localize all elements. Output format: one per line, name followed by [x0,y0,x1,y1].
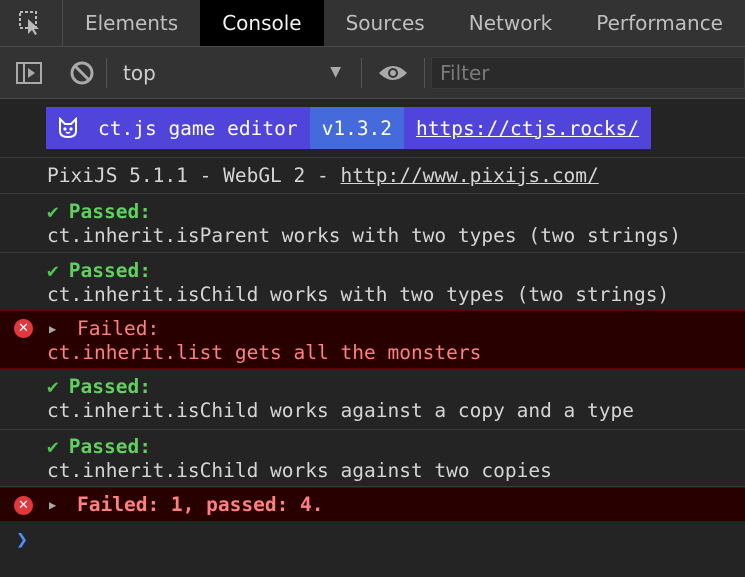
context-selector[interactable]: top ▼ [107,47,361,98]
log-row-passed: ✔ Passed: ct.inherit.isChild works agains… [0,430,745,487]
expand-arrow-icon[interactable]: ▶ [49,498,56,512]
console-output: ct.js game editor v1.3.2 https://ctjs.ro… [0,99,745,577]
log-message: ct.inherit.isChild works with two types … [47,283,670,306]
banner-app-name: ct.js game editor [90,107,310,149]
pixi-link[interactable]: http://www.pixijs.com/ [341,164,599,187]
check-icon: ✔ [47,200,59,223]
check-icon: ✔ [47,259,59,282]
toggle-sidebar-button[interactable] [0,47,58,98]
error-icon: ✕ [14,319,33,338]
sidebar-toggle-icon [16,61,42,84]
pixi-log-text: PixiJS 5.1.1 - WebGL 2 - [47,164,341,187]
tab-performance[interactable]: Performance [574,0,745,46]
failed-label: Failed: [77,317,160,340]
expand-arrow-icon[interactable]: ▶ [49,322,56,336]
ctjs-banner-row: ct.js game editor v1.3.2 https://ctjs.ro… [0,99,745,158]
dropdown-arrow-icon: ▼ [330,63,341,80]
error-row-failed[interactable]: ✕ ▶ Failed: ct.inherit.list gets all the… [0,310,745,369]
devtools-tabbar: Elements Console Sources Network Perform… [0,0,745,47]
tab-network[interactable]: Network [447,0,575,46]
ctjs-cat-icon [46,107,90,149]
inspect-cursor-icon [18,11,39,35]
passed-label: Passed: [68,200,151,223]
passed-label: Passed: [68,375,151,398]
clear-icon [70,61,94,84]
check-icon: ✔ [47,375,59,398]
tab-console[interactable]: Console [200,0,324,46]
passed-label: Passed: [68,435,151,458]
console-toolbar: top ▼ Filter [0,47,745,99]
summary-text: Failed: 1, passed: 4. [77,493,324,516]
log-row-passed: ✔ Passed: ct.inherit.isChild works with t… [0,253,745,312]
log-message: ct.inherit.isParent works with two types… [47,224,681,247]
passed-label: Passed: [68,259,151,282]
pixi-log-row: PixiJS 5.1.1 - WebGL 2 - http://www.pixi… [0,158,745,194]
log-message: ct.inherit.isChild works against a copy … [47,399,634,422]
error-icon: ✕ [14,496,33,515]
log-message: ct.inherit.list gets all the monsters [47,341,482,364]
log-row-passed: ✔ Passed: ct.inherit.isChild works agains… [0,371,745,430]
error-row-summary[interactable]: ✕ ▶ Failed: 1, passed: 4. [0,487,745,522]
banner-version: v1.3.2 [309,107,405,149]
context-label: top [123,60,156,85]
banner-link[interactable]: https://ctjs.rocks/ [404,107,652,149]
toolbar-divider [424,57,425,88]
inspect-element-button[interactable] [0,0,63,46]
tab-sources[interactable]: Sources [324,0,447,46]
clear-console-button[interactable] [58,47,106,98]
filter-input[interactable]: Filter [431,56,745,89]
log-row-passed: ✔ Passed: ct.inherit.isParent works with … [0,194,745,253]
log-message: ct.inherit.isChild works against two cop… [47,459,552,482]
eye-icon [379,65,407,80]
tab-elements[interactable]: Elements [63,0,200,46]
live-expression-button[interactable] [362,47,424,98]
console-prompt-icon[interactable]: ❯ [16,527,28,551]
ctjs-banner: ct.js game editor v1.3.2 https://ctjs.ro… [46,107,652,149]
check-icon: ✔ [47,435,59,458]
